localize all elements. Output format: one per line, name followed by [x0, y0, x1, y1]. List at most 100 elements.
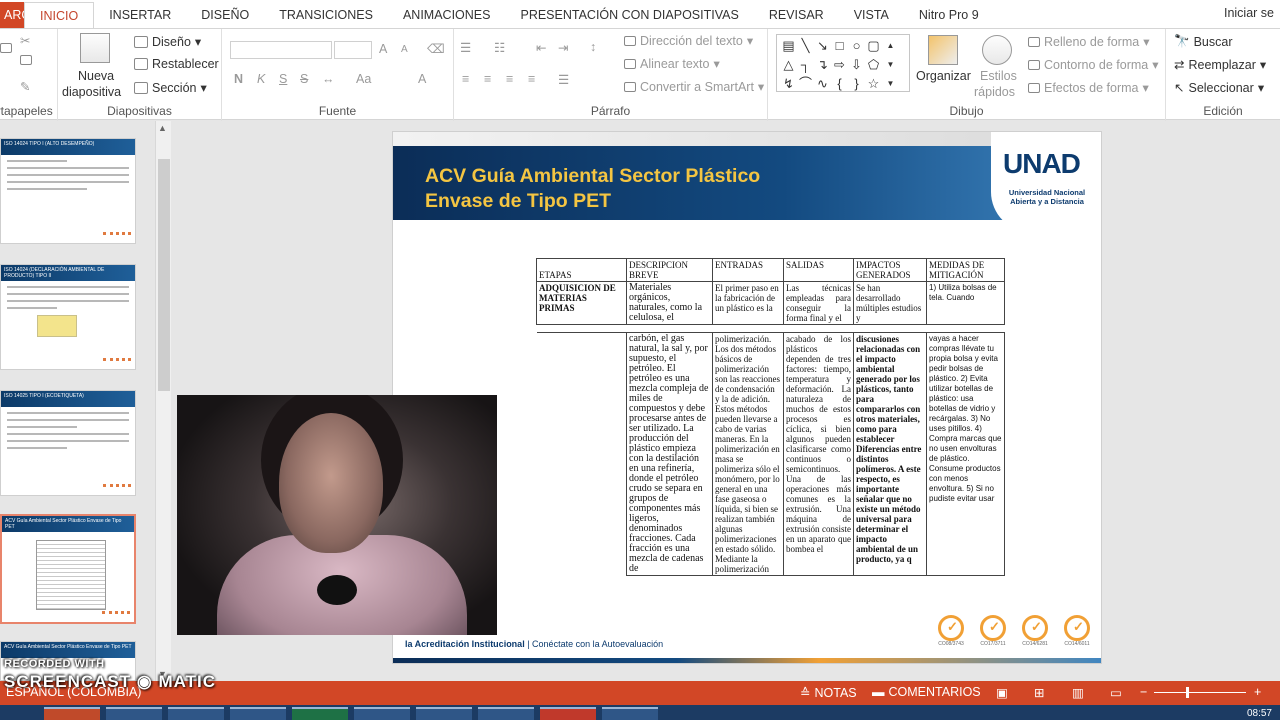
star-icon[interactable]: ☆	[865, 74, 882, 93]
layout-button[interactable]: Diseño ▾	[134, 34, 201, 49]
scroll-thumb[interactable]	[158, 159, 170, 391]
font-size-combo[interactable]	[334, 41, 372, 59]
numbering-icon[interactable]: ☷	[494, 40, 505, 55]
slide-canvas[interactable]: ACV Guía Ambiental Sector Plástico Envas…	[392, 131, 1102, 664]
text-box-icon[interactable]: ▤	[780, 36, 797, 55]
rounded-rect-icon[interactable]: ▢	[865, 36, 882, 55]
oval-icon[interactable]: ○	[848, 36, 865, 55]
taskbar-app3-icon[interactable]	[540, 707, 596, 720]
justify-icon[interactable]: ≡	[528, 72, 535, 86]
taskbar-app4-icon[interactable]	[602, 707, 658, 720]
sign-in-link[interactable]: Iniciar se	[1224, 6, 1274, 20]
reading-view-icon[interactable]: ▥	[1072, 685, 1084, 700]
taskbar-chrome-icon[interactable]	[354, 707, 410, 720]
left-brace-icon[interactable]: {	[831, 74, 848, 93]
line-icon[interactable]: ╲	[797, 36, 814, 55]
arrange-icon[interactable]	[928, 35, 958, 65]
tab-presentacion[interactable]: PRESENTACIÓN CON DIAPOSITIVAS	[505, 2, 753, 28]
slide-thumb-1[interactable]: ISO 14024 TIPO I (ALTO DESEMPEÑO)	[0, 138, 136, 244]
scroll-up-icon[interactable]: ▲	[158, 123, 167, 133]
clear-format-icon[interactable]: ⌫	[427, 41, 445, 56]
bold-button[interactable]: N	[234, 72, 243, 86]
tab-inicio[interactable]: INICIO	[24, 2, 95, 28]
cut-icon[interactable]: ✂	[20, 33, 30, 48]
align-right-icon[interactable]: ≡	[506, 72, 513, 86]
pentagon-icon[interactable]: ⬠	[865, 55, 882, 74]
align-left-icon[interactable]: ≡	[462, 72, 469, 86]
tab-diseno[interactable]: DISEÑO	[186, 2, 264, 28]
align-center-icon[interactable]: ≡	[484, 72, 491, 86]
taskbar-app-icon[interactable]	[168, 707, 224, 720]
arc-icon[interactable]: ⌒	[797, 74, 814, 93]
shape-fill-button[interactable]: Relleno de forma ▾	[1028, 34, 1149, 49]
taskbar-excel-icon[interactable]	[292, 707, 348, 720]
zoom-out-button[interactable]: −	[1140, 685, 1147, 699]
find-button[interactable]: 🔭 Buscar	[1174, 34, 1232, 49]
quick-styles-button-line2[interactable]: rápidos	[974, 85, 1015, 99]
triangle-icon[interactable]: △	[780, 55, 797, 74]
slide-thumb-4-selected[interactable]: ACV Guía Ambiental Sector Plástico Envas…	[0, 514, 136, 624]
right-brace-icon[interactable]: }	[848, 74, 865, 93]
new-slide-icon[interactable]	[80, 33, 110, 63]
tab-revisar[interactable]: REVISAR	[754, 2, 839, 28]
lca-table[interactable]: ETAPAS DESCRIPCION BREVE ENTRADAS SALIDA…	[536, 258, 1005, 576]
tab-file[interactable]: ARCHIVO	[0, 2, 24, 28]
tab-animaciones[interactable]: ANIMACIONES	[388, 2, 506, 28]
decrease-indent-icon[interactable]: ⇤	[536, 40, 546, 55]
normal-view-icon[interactable]: ▣	[996, 685, 1008, 700]
comments-button[interactable]: ▬ COMENTARIOS	[872, 685, 981, 699]
shape-outline-button[interactable]: Contorno de forma ▾	[1028, 57, 1159, 72]
gallery-down-icon[interactable]: ▼	[882, 55, 899, 74]
grow-font-button[interactable]: A	[379, 42, 387, 56]
right-arrow-icon[interactable]: ⇨	[831, 55, 848, 74]
curve2-icon[interactable]: ∿	[814, 74, 831, 93]
slide-thumb-3[interactable]: ISO 14025 TIPO I (ECOETIQUETA)	[0, 390, 136, 496]
font-color-button[interactable]: A	[418, 72, 426, 86]
copy-icon[interactable]	[20, 55, 32, 65]
replace-button[interactable]: ⇄ Reemplazar ▾	[1174, 57, 1266, 73]
shape-effects-button[interactable]: Efectos de forma ▾	[1028, 80, 1149, 95]
quick-styles-icon[interactable]	[982, 35, 1012, 65]
select-button[interactable]: ↖ Seleccionar ▾	[1174, 80, 1264, 96]
strike-button[interactable]: S	[300, 72, 308, 86]
taskbar-folder-icon[interactable]	[230, 707, 286, 720]
new-slide-button-line1[interactable]: Nueva	[78, 69, 114, 83]
underline-button[interactable]: S	[279, 72, 287, 86]
gallery-more-icon[interactable]: ▼	[882, 74, 899, 93]
notes-button[interactable]: ≙ NOTAS	[800, 685, 857, 701]
tab-nitro[interactable]: Nitro Pro 9	[904, 2, 994, 28]
rectangle-icon[interactable]: □	[831, 36, 848, 55]
curve-icon[interactable]: ↯	[780, 74, 797, 93]
gallery-up-icon[interactable]: ▲	[882, 36, 899, 55]
arrow-line-icon[interactable]: ↘	[814, 36, 831, 55]
format-painter-icon[interactable]: ✎	[20, 79, 30, 94]
bullets-icon[interactable]: ☰	[460, 40, 471, 55]
smartart-button[interactable]: Convertir a SmartArt ▾	[624, 79, 764, 94]
slide-title[interactable]: ACV Guía Ambiental Sector Plástico Envas…	[425, 164, 760, 214]
text-direction-button[interactable]: Dirección del texto ▾	[624, 33, 753, 48]
line-spacing-icon[interactable]: ↕	[590, 40, 596, 54]
change-case-icon[interactable]: Aa	[356, 72, 371, 86]
slideshow-icon[interactable]: ▭	[1110, 685, 1122, 700]
tab-vista[interactable]: VISTA	[839, 2, 904, 28]
zoom-slider-knob[interactable]	[1186, 687, 1189, 698]
bent-arrow-icon[interactable]: ↴	[814, 55, 831, 74]
quick-styles-button-line1[interactable]: Estilos	[980, 69, 1017, 83]
tab-insertar[interactable]: INSERTAR	[94, 2, 186, 28]
font-family-combo[interactable]	[230, 41, 332, 59]
taskbar-app2-icon[interactable]	[416, 707, 472, 720]
arrange-button[interactable]: Organizar	[916, 69, 971, 83]
tab-transiciones[interactable]: TRANSICIONES	[264, 2, 388, 28]
thumbnails-scrollbar[interactable]: ▲ ▼	[155, 121, 171, 681]
down-arrow-icon[interactable]: ⇩	[848, 55, 865, 74]
reset-button[interactable]: Restablecer	[134, 57, 219, 71]
new-slide-button-line2[interactable]: diapositiva	[62, 85, 121, 99]
char-spacing-icon[interactable]: ↔	[322, 72, 335, 86]
columns-icon[interactable]: ☰	[558, 72, 569, 87]
taskbar-firefox-icon[interactable]	[478, 707, 534, 720]
align-text-button[interactable]: Alinear texto ▾	[624, 56, 720, 71]
zoom-slider-track[interactable]	[1154, 692, 1246, 693]
italic-button[interactable]: K	[257, 72, 265, 86]
slide-sorter-icon[interactable]: ⊞	[1034, 685, 1044, 700]
section-button[interactable]: Sección ▾	[134, 80, 207, 95]
